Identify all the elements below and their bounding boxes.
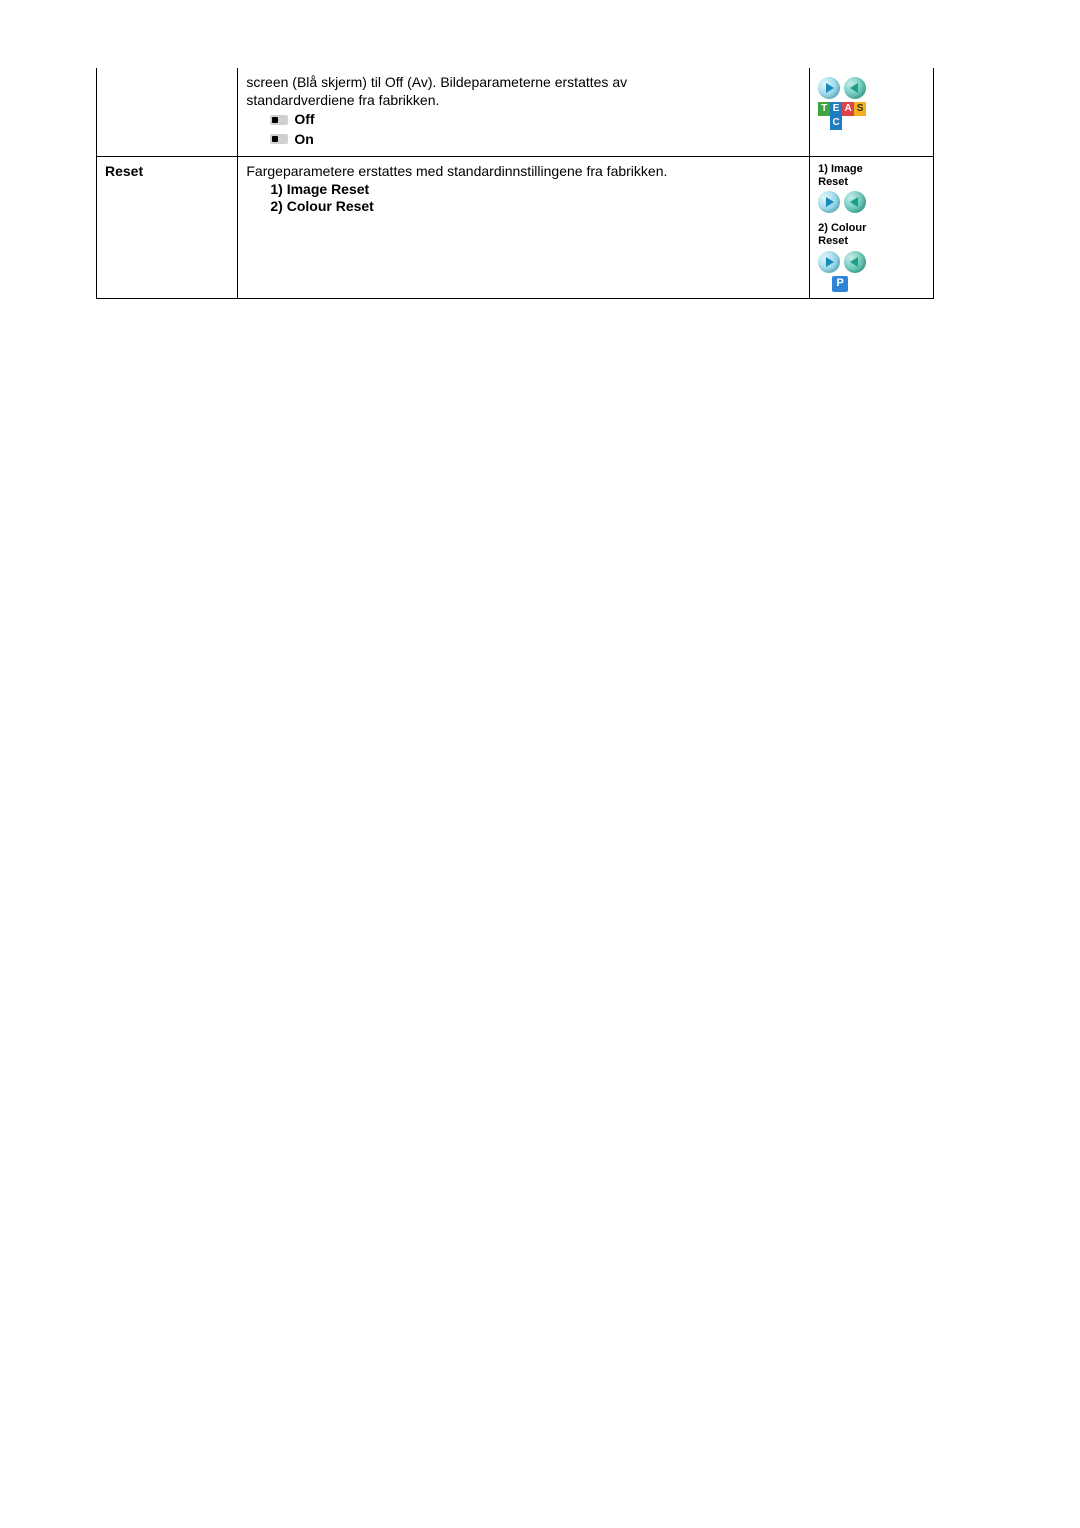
arrow-left-icon — [844, 77, 866, 99]
row1-label-cell — [97, 68, 238, 157]
row1-description-cell: screen (Blå skjerm) til Off (Av). Bildep… — [238, 68, 810, 157]
arrow-right-icon — [818, 251, 840, 273]
row2-description-cell: Fargeparametere erstattes med standardin… — [238, 157, 810, 299]
settings-table: screen (Blå skjerm) til Off (Av). Bildep… — [96, 68, 934, 299]
row2-side-label2a: 2) Colour — [818, 222, 925, 235]
arrow-left-icon — [844, 251, 866, 273]
row1-icons-cell: T E A S C — [810, 68, 934, 157]
row2-icons-cell: 1) Image Reset 2) Colour Reset P — [810, 157, 934, 299]
row2-nav-icons-2 — [818, 251, 925, 273]
row1-desc-line2: standardverdiene fra fabrikken. — [246, 92, 801, 110]
tile-A: A — [842, 102, 854, 116]
row2-item1: 1) Image Reset — [246, 181, 801, 199]
arrow-right-icon — [818, 191, 840, 213]
row2-label-cell: Reset — [97, 157, 238, 299]
row1-desc-line1: screen (Blå skjerm) til Off (Av). Bildep… — [246, 74, 801, 92]
tile-S: S — [854, 102, 866, 116]
row1-option-off: Off — [270, 111, 801, 129]
row1-option-on-label: On — [294, 131, 313, 149]
row2-nav-icons-1 — [818, 191, 925, 213]
remote-icon — [270, 115, 288, 125]
p-tile-icon: P — [832, 276, 848, 292]
teas-grid-icon: T E A S C — [818, 102, 866, 130]
row2-side-label2b: Reset — [818, 235, 925, 248]
tile-T: T — [818, 102, 830, 116]
row1-option-off-label: Off — [294, 111, 314, 129]
row2-side-label1a: 1) Image — [818, 163, 925, 176]
arrow-right-icon — [818, 77, 840, 99]
row2-side-label1b: Reset — [818, 176, 925, 189]
row1-option-on: On — [270, 131, 801, 149]
tile-C: C — [830, 116, 842, 130]
remote-icon — [270, 134, 288, 144]
arrow-left-icon — [844, 191, 866, 213]
row1-nav-icons — [818, 77, 925, 99]
row2-label: Reset — [105, 163, 143, 179]
tile-E: E — [830, 102, 842, 116]
row2-item2: 2) Colour Reset — [246, 198, 801, 216]
row2-desc-intro: Fargeparametere erstattes med standardin… — [246, 163, 801, 181]
